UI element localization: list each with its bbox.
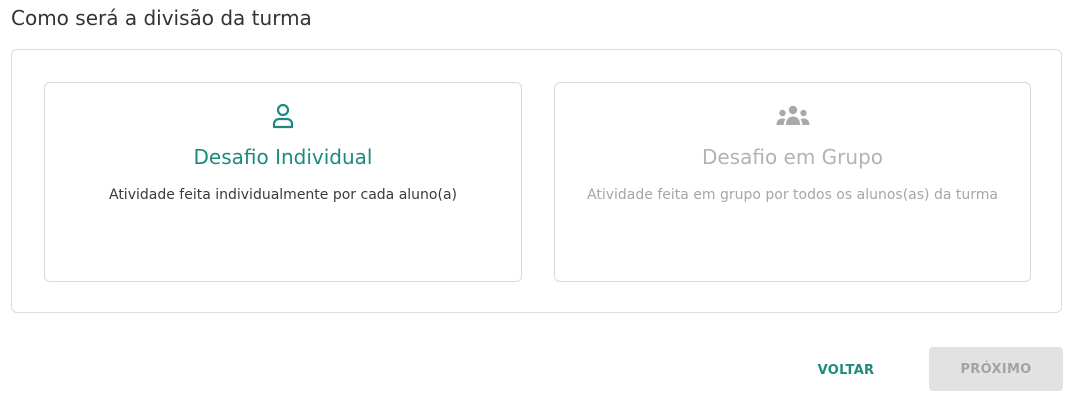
option-title: Desafio em Grupo — [701, 145, 884, 169]
option-title: Desafio Individual — [193, 145, 373, 169]
next-button[interactable]: PRÓXIMO — [929, 347, 1063, 391]
page-title: Como será a divisão da turma — [11, 6, 312, 30]
option-description: Atividade feita individualmente por cada… — [108, 187, 457, 203]
back-button[interactable]: VOLTAR — [808, 350, 884, 390]
division-options-panel: Desafio Individual Atividade feita indiv… — [11, 49, 1062, 313]
page: Como será a divisão da turma Desafio Ind… — [0, 0, 1078, 407]
person-icon — [45, 102, 521, 130]
group-icon — [555, 102, 1030, 130]
option-description: Atividade feita em grupo por todos os al… — [587, 187, 998, 203]
option-card-individual[interactable]: Desafio Individual Atividade feita indiv… — [44, 82, 522, 282]
option-card-group[interactable]: Desafio em Grupo Atividade feita em grup… — [554, 82, 1031, 282]
